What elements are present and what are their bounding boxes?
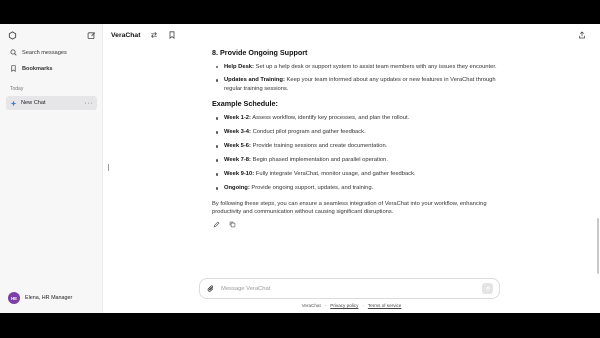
- user-name: Elena, HR Manager: [25, 295, 73, 301]
- list-item: Week 1-2: Assess workflow, identify key …: [212, 114, 502, 122]
- sidebar-resize-handle[interactable]: [108, 164, 109, 171]
- list-item: Help Desk: Set up a help desk or support…: [212, 63, 502, 71]
- message-actions: [212, 220, 502, 229]
- topbar: VeraChat: [103, 24, 600, 46]
- main-panel: VeraChat 8. Provide Ongoing Support Help…: [103, 24, 600, 313]
- search-icon: [10, 49, 17, 56]
- privacy-link[interactable]: Privacy policy: [330, 303, 358, 308]
- list-item: Week 7-8: Begin phased implementation an…: [212, 156, 502, 164]
- bookmark-icon: [11, 65, 16, 72]
- footer: VeraChat · Privacy policy · Terms of ser…: [103, 303, 600, 308]
- item-term: Week 9-10:: [224, 171, 255, 178]
- list-item: Updates and Training: Keep your team inf…: [212, 76, 502, 93]
- avatar: HE: [8, 292, 20, 304]
- chat-item-label: New Chat: [21, 100, 46, 106]
- section-today: Today: [10, 86, 24, 92]
- schedule-list: Week 1-2: Assess workflow, identify key …: [212, 114, 502, 192]
- copy-icon[interactable]: [228, 220, 237, 229]
- send-button[interactable]: [482, 283, 493, 294]
- logo-icon[interactable]: [8, 31, 17, 40]
- bookmarks-label: Bookmarks: [22, 65, 53, 72]
- share-icon[interactable]: [577, 30, 586, 39]
- arrow-up-icon: [485, 285, 490, 291]
- sparkle-icon: [10, 100, 17, 106]
- user-profile[interactable]: HE Elena, HR Manager: [8, 292, 72, 304]
- list-item: Ongoing: Provide ongoing support, update…: [212, 184, 502, 192]
- sidebar-top: [8, 31, 96, 40]
- bookmark-chat-icon[interactable]: [167, 31, 176, 40]
- item-term: Week 1-2:: [224, 115, 251, 122]
- item-term: Week 3-4:: [224, 129, 251, 136]
- item-text: Provide ongoing support, updates, and tr…: [249, 185, 374, 192]
- item-term: Week 5-6:: [224, 143, 251, 150]
- footer-separator: ·: [362, 303, 364, 308]
- support-list: Help Desk: Set up a help desk or support…: [212, 63, 502, 93]
- sidebar: Search messages Bookmarks Today New Chat…: [0, 24, 103, 313]
- app-window: Search messages Bookmarks Today New Chat…: [0, 24, 600, 313]
- bookmarks-button[interactable]: Bookmarks: [10, 65, 98, 72]
- switch-model-icon[interactable]: [149, 31, 158, 40]
- scrollbar[interactable]: [596, 46, 600, 280]
- footer-separator: ·: [324, 303, 327, 308]
- list-item: Week 5-6: Provide training sessions and …: [212, 142, 502, 150]
- item-term: Ongoing:: [224, 185, 250, 192]
- chat-item-new-chat[interactable]: New Chat ···: [6, 96, 97, 110]
- support-heading: 8. Provide Ongoing Support: [212, 48, 308, 57]
- item-term: Help Desk:: [224, 64, 254, 70]
- item-term: Week 7-8:: [224, 157, 251, 164]
- terms-link[interactable]: Terms of service: [368, 303, 401, 308]
- item-text: Set up a help desk or support system to …: [253, 64, 497, 70]
- search-messages-label: Search messages: [22, 49, 67, 56]
- attach-icon[interactable]: [206, 284, 215, 293]
- item-text: Begin phased implementation and parallel…: [250, 157, 388, 164]
- closing-paragraph: By following these steps, you can ensure…: [212, 200, 487, 216]
- item-text: Conduct pilot program and gather feedbac…: [250, 129, 366, 136]
- more-options-icon[interactable]: ···: [85, 100, 94, 107]
- composer: [199, 278, 500, 299]
- app-title: VeraChat: [111, 31, 141, 39]
- item-term: Updates and Training:: [224, 77, 285, 84]
- footer-brand: VeraChat: [301, 303, 321, 308]
- scrollbar-thumb[interactable]: [597, 218, 599, 274]
- list-item: Week 9-10: Fully integrate VeraChat, mon…: [212, 170, 502, 178]
- item-text: Fully integrate VeraChat, monitor usage,…: [254, 171, 416, 178]
- search-messages-button[interactable]: Search messages: [10, 49, 98, 56]
- edit-icon[interactable]: [212, 220, 221, 229]
- item-text: Provide training sessions and create doc…: [250, 143, 388, 150]
- list-item: Week 3-4: Conduct pilot program and gath…: [212, 128, 502, 136]
- item-text: Assess workflow, identify key processes,…: [250, 115, 410, 122]
- assistant-message: 8. Provide Ongoing Support Help Desk: Se…: [212, 48, 502, 229]
- schedule-heading: Example Schedule:: [212, 99, 278, 109]
- message-input[interactable]: [221, 285, 476, 292]
- new-chat-icon[interactable]: [87, 31, 96, 40]
